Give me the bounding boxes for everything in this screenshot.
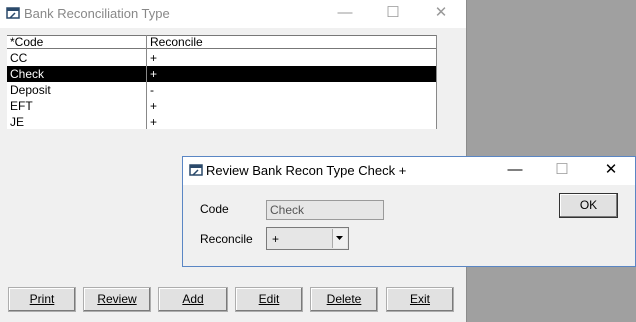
exit-button[interactable]: Exit: [386, 287, 454, 312]
cell-code: Deposit: [10, 83, 51, 97]
cell-reconcile: +: [150, 67, 158, 81]
table-row[interactable]: EFT +: [7, 98, 436, 114]
column-header-code[interactable]: *Code: [10, 36, 43, 49]
cell-code: EFT: [10, 99, 33, 113]
reconcile-select-value: +: [272, 232, 280, 246]
cell-reconcile: +: [150, 115, 158, 129]
minimize-button[interactable]: —: [323, 0, 367, 28]
review-button[interactable]: Review: [83, 287, 151, 312]
main-titlebar[interactable]: Bank Reconciliation Type — ☐ ✕: [0, 0, 466, 28]
reconcile-select[interactable]: +: [266, 227, 349, 250]
table-row[interactable]: CC +: [7, 50, 436, 66]
reconciliation-type-grid[interactable]: *Code Reconcile CC + Check + Deposit - E…: [7, 35, 437, 129]
print-button[interactable]: Print: [8, 287, 76, 312]
dialog-title: Review Bank Recon Type Check +: [206, 163, 407, 178]
add-button[interactable]: Add: [158, 287, 228, 312]
cell-code: Check: [10, 67, 45, 81]
code-label: Code: [200, 202, 229, 216]
ok-button[interactable]: OK: [559, 193, 618, 218]
delete-button[interactable]: Delete: [310, 287, 378, 312]
table-row[interactable]: JE +: [7, 114, 436, 130]
column-header-reconcile[interactable]: Reconcile: [150, 36, 203, 49]
window-icon: [6, 7, 20, 19]
column-divider[interactable]: [146, 35, 147, 129]
code-field[interactable]: Check: [266, 200, 384, 220]
grid-header: *Code Reconcile: [7, 35, 436, 49]
edit-button[interactable]: Edit: [235, 287, 303, 312]
table-row[interactable]: Deposit -: [7, 82, 436, 98]
main-window-title: Bank Reconciliation Type: [24, 6, 170, 21]
dialog-minimize-button[interactable]: —: [493, 157, 537, 185]
dialog-titlebar[interactable]: Review Bank Recon Type Check + — ☐ ✕: [183, 157, 635, 185]
cell-reconcile: +: [150, 51, 158, 65]
cell-reconcile: +: [150, 99, 158, 113]
cell-code: JE: [10, 115, 25, 129]
dropdown-arrow-icon[interactable]: [332, 229, 347, 248]
reconcile-label: Reconcile: [200, 232, 253, 246]
dialog-close-button[interactable]: ✕: [589, 157, 633, 185]
close-button[interactable]: ✕: [419, 0, 463, 28]
maximize-button[interactable]: ☐: [371, 0, 415, 28]
table-row-selected[interactable]: Check +: [7, 66, 436, 82]
cell-code: CC: [10, 51, 28, 65]
dialog-maximize-button[interactable]: ☐: [540, 157, 584, 185]
window-icon: [189, 164, 203, 176]
cell-reconcile: -: [150, 83, 154, 97]
